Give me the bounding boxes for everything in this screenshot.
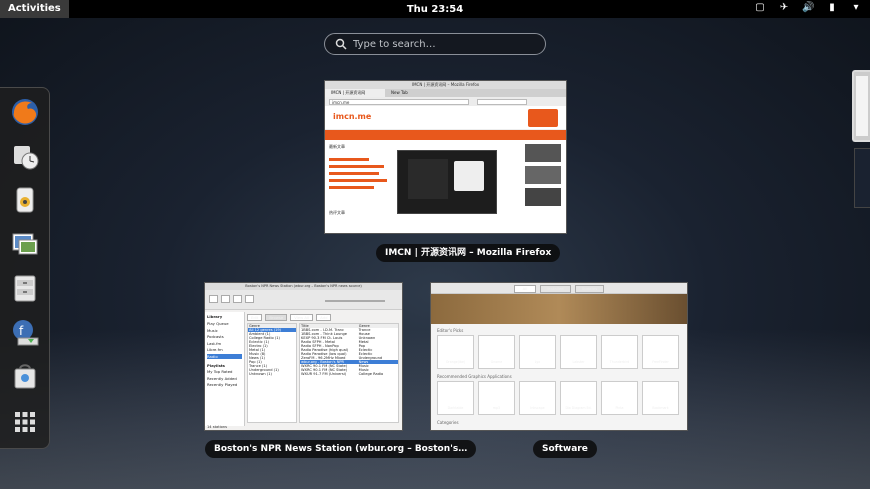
rhythmbox-toolbar [205,290,402,310]
firefox-tabbar: IMCN | 开源资讯网 New Tab [325,89,566,97]
library-title: Library [207,314,223,319]
recommended-row: Darktable mp3 Inkscape Dia Diagram Ed. P… [431,381,687,415]
playlist-item[interactable]: My Top Rated [207,369,242,374]
system-tray: ▢ ✈ 🔊 ▮ ▾ [754,2,862,14]
station-title: WXUR 91.7 FM (Universi) [301,372,347,376]
dash: f [0,87,50,449]
firefox-urlbar: imcn.me [325,97,566,106]
imcn-heading: 最新文章 [329,144,345,149]
playlists-title: Playlists [207,362,225,368]
top-bar: Activities Thu 23:54 ▢ ✈ 🔊 ▮ ▾ [0,0,870,18]
imcn-logo: imcn.me [333,112,372,121]
software-banner [431,294,687,324]
firefox-tab-imcn[interactable]: IMCN | 开源资讯网 [325,89,385,97]
rhythmbox-titlebar: Boston's NPR News Station (wbur.org – Bo… [205,283,402,290]
rec-tile[interactable]: Bookmark [642,381,679,415]
rhythmbox-sidebar: Library Play Queue Music Podcasts Last.f… [205,312,245,426]
file-manager-icon[interactable] [9,272,41,304]
clock-label[interactable]: Thu 23:54 [407,4,463,15]
window-icon[interactable]: ▢ [754,2,766,14]
software-header: All Installed Updates [431,283,687,294]
workspace-switcher [850,70,870,450]
categories-title: Categories [437,420,459,425]
playlist-item[interactable]: Recently Played [207,382,242,387]
picks-row: Orange(ibe) Gnome Lyx Labster Thunderbir… [431,335,687,369]
firefox-search-field[interactable] [477,98,527,105]
firefox-icon[interactable] [9,96,41,128]
tab-browse[interactable]: Browse [265,314,288,321]
imcn-banner: imcn.me [325,106,566,130]
station-genre: College Radio [358,372,384,376]
battery-icon[interactable]: ▮ [826,2,838,14]
pick-tile[interactable]: Thunderbird [601,335,638,369]
sidebar-item[interactable]: Last.fm [207,341,242,346]
tab-edit[interactable]: Edit [247,314,263,321]
genre-row[interactable]: Unknown (1) [248,372,296,376]
picks-title: Editor's Picks [437,328,464,333]
activities-button[interactable]: Activities [0,0,69,18]
genre-list: Genre All 12 genres (19) Ambient (1) Col… [247,323,297,423]
software-tab-updates[interactable]: Updates [574,285,605,293]
sidebar-item[interactable]: Libre.fm [207,347,242,352]
shotwell-icon[interactable] [9,140,41,172]
software-window-caption[interactable]: Software [533,440,597,458]
software-window[interactable]: All Installed Updates Editor's Picks Ora… [430,282,688,431]
rec-tile[interactable]: Inkscape [519,381,556,415]
sidebar-item[interactable]: Play Queue [207,321,242,326]
clock: Thu 23:54 [0,4,870,15]
tab-view-all[interactable]: View All [290,314,314,321]
station-row[interactable]: WXUR 91.7 FM (Universi) College Radio [300,372,398,376]
rec-tile[interactable]: Darktable [437,381,474,415]
play-controls[interactable] [209,295,269,303]
search-icon [335,38,347,50]
volume-icon[interactable]: 🔊 [802,2,814,14]
imcn-promo [528,109,558,127]
imcn-thumbs [525,144,561,214]
firefox-window[interactable]: IMCN | 开源资讯网 – Mozilla Firefox IMCN | 开源… [324,80,567,234]
fedora-installer-icon[interactable]: f [9,316,41,348]
workspace-2[interactable] [854,148,870,208]
firefox-titlebar: IMCN | 开源资讯网 – Mozilla Firefox [325,81,566,89]
software-tab-all[interactable]: All [513,285,537,293]
rec-tile[interactable]: Dia Diagram Ed. [560,381,597,415]
search-box[interactable] [324,33,546,55]
firefox-window-caption[interactable]: IMCN | 开源资讯网 – Mozilla Firefox [376,244,561,262]
rec-tile[interactable]: Pinta [601,381,638,415]
firefox-url-field[interactable]: imcn.me [329,98,469,105]
rhythmbox-window[interactable]: Boston's NPR News Station (wbur.org – Bo… [204,282,403,431]
seek-bar[interactable] [325,300,385,302]
workspace-1[interactable] [852,70,870,142]
airplane-icon[interactable]: ✈ [778,2,790,14]
recommended-title: Recommended Graphics Applications [437,374,512,379]
rec-tile[interactable]: mp3 [478,381,515,415]
search-input[interactable] [353,38,533,50]
chevron-down-icon[interactable]: ▾ [850,2,862,14]
rhythmbox-window-caption[interactable]: Boston's NPR News Station (wbur.org – Bo… [205,440,477,458]
rhythmbox-status: 14 stations [207,425,227,429]
station-list: Title Genre 1BBS.com - I.D.M. Tranc Tranc… [299,323,399,423]
image-viewer-icon[interactable] [9,228,41,260]
imcn-content: 最新文章 热评文章 [325,140,566,233]
sidebar-item-radio[interactable]: Radio [207,353,242,359]
sidebar-item[interactable]: Podcasts [207,334,242,339]
sidebar-item[interactable]: Music [207,328,242,333]
pick-tile[interactable]: FreeFinder [642,335,679,369]
rhythmbox-icon[interactable] [9,184,41,216]
show-apps-icon[interactable] [9,406,41,438]
imcn-article-list [329,154,389,193]
playlist-item[interactable]: Recently Added [207,376,242,381]
imcn-heading2: 热评文章 [329,210,345,215]
pick-tile[interactable]: Lyx [519,335,556,369]
imcn-screenshot [397,150,497,214]
imcn-nav [325,130,566,140]
software-store-icon[interactable] [9,360,41,392]
pick-tile[interactable]: Gnome [478,335,515,369]
firefox-tab-new[interactable]: New Tab [385,89,435,97]
rhythmbox-tabs: Edit Browse View All Add [247,314,332,321]
pick-tile[interactable]: Orange(ibe) [437,335,474,369]
tab-add[interactable]: Add [316,314,332,321]
pick-tile[interactable]: Labster [560,335,597,369]
software-tab-installed[interactable]: Installed [540,285,571,293]
